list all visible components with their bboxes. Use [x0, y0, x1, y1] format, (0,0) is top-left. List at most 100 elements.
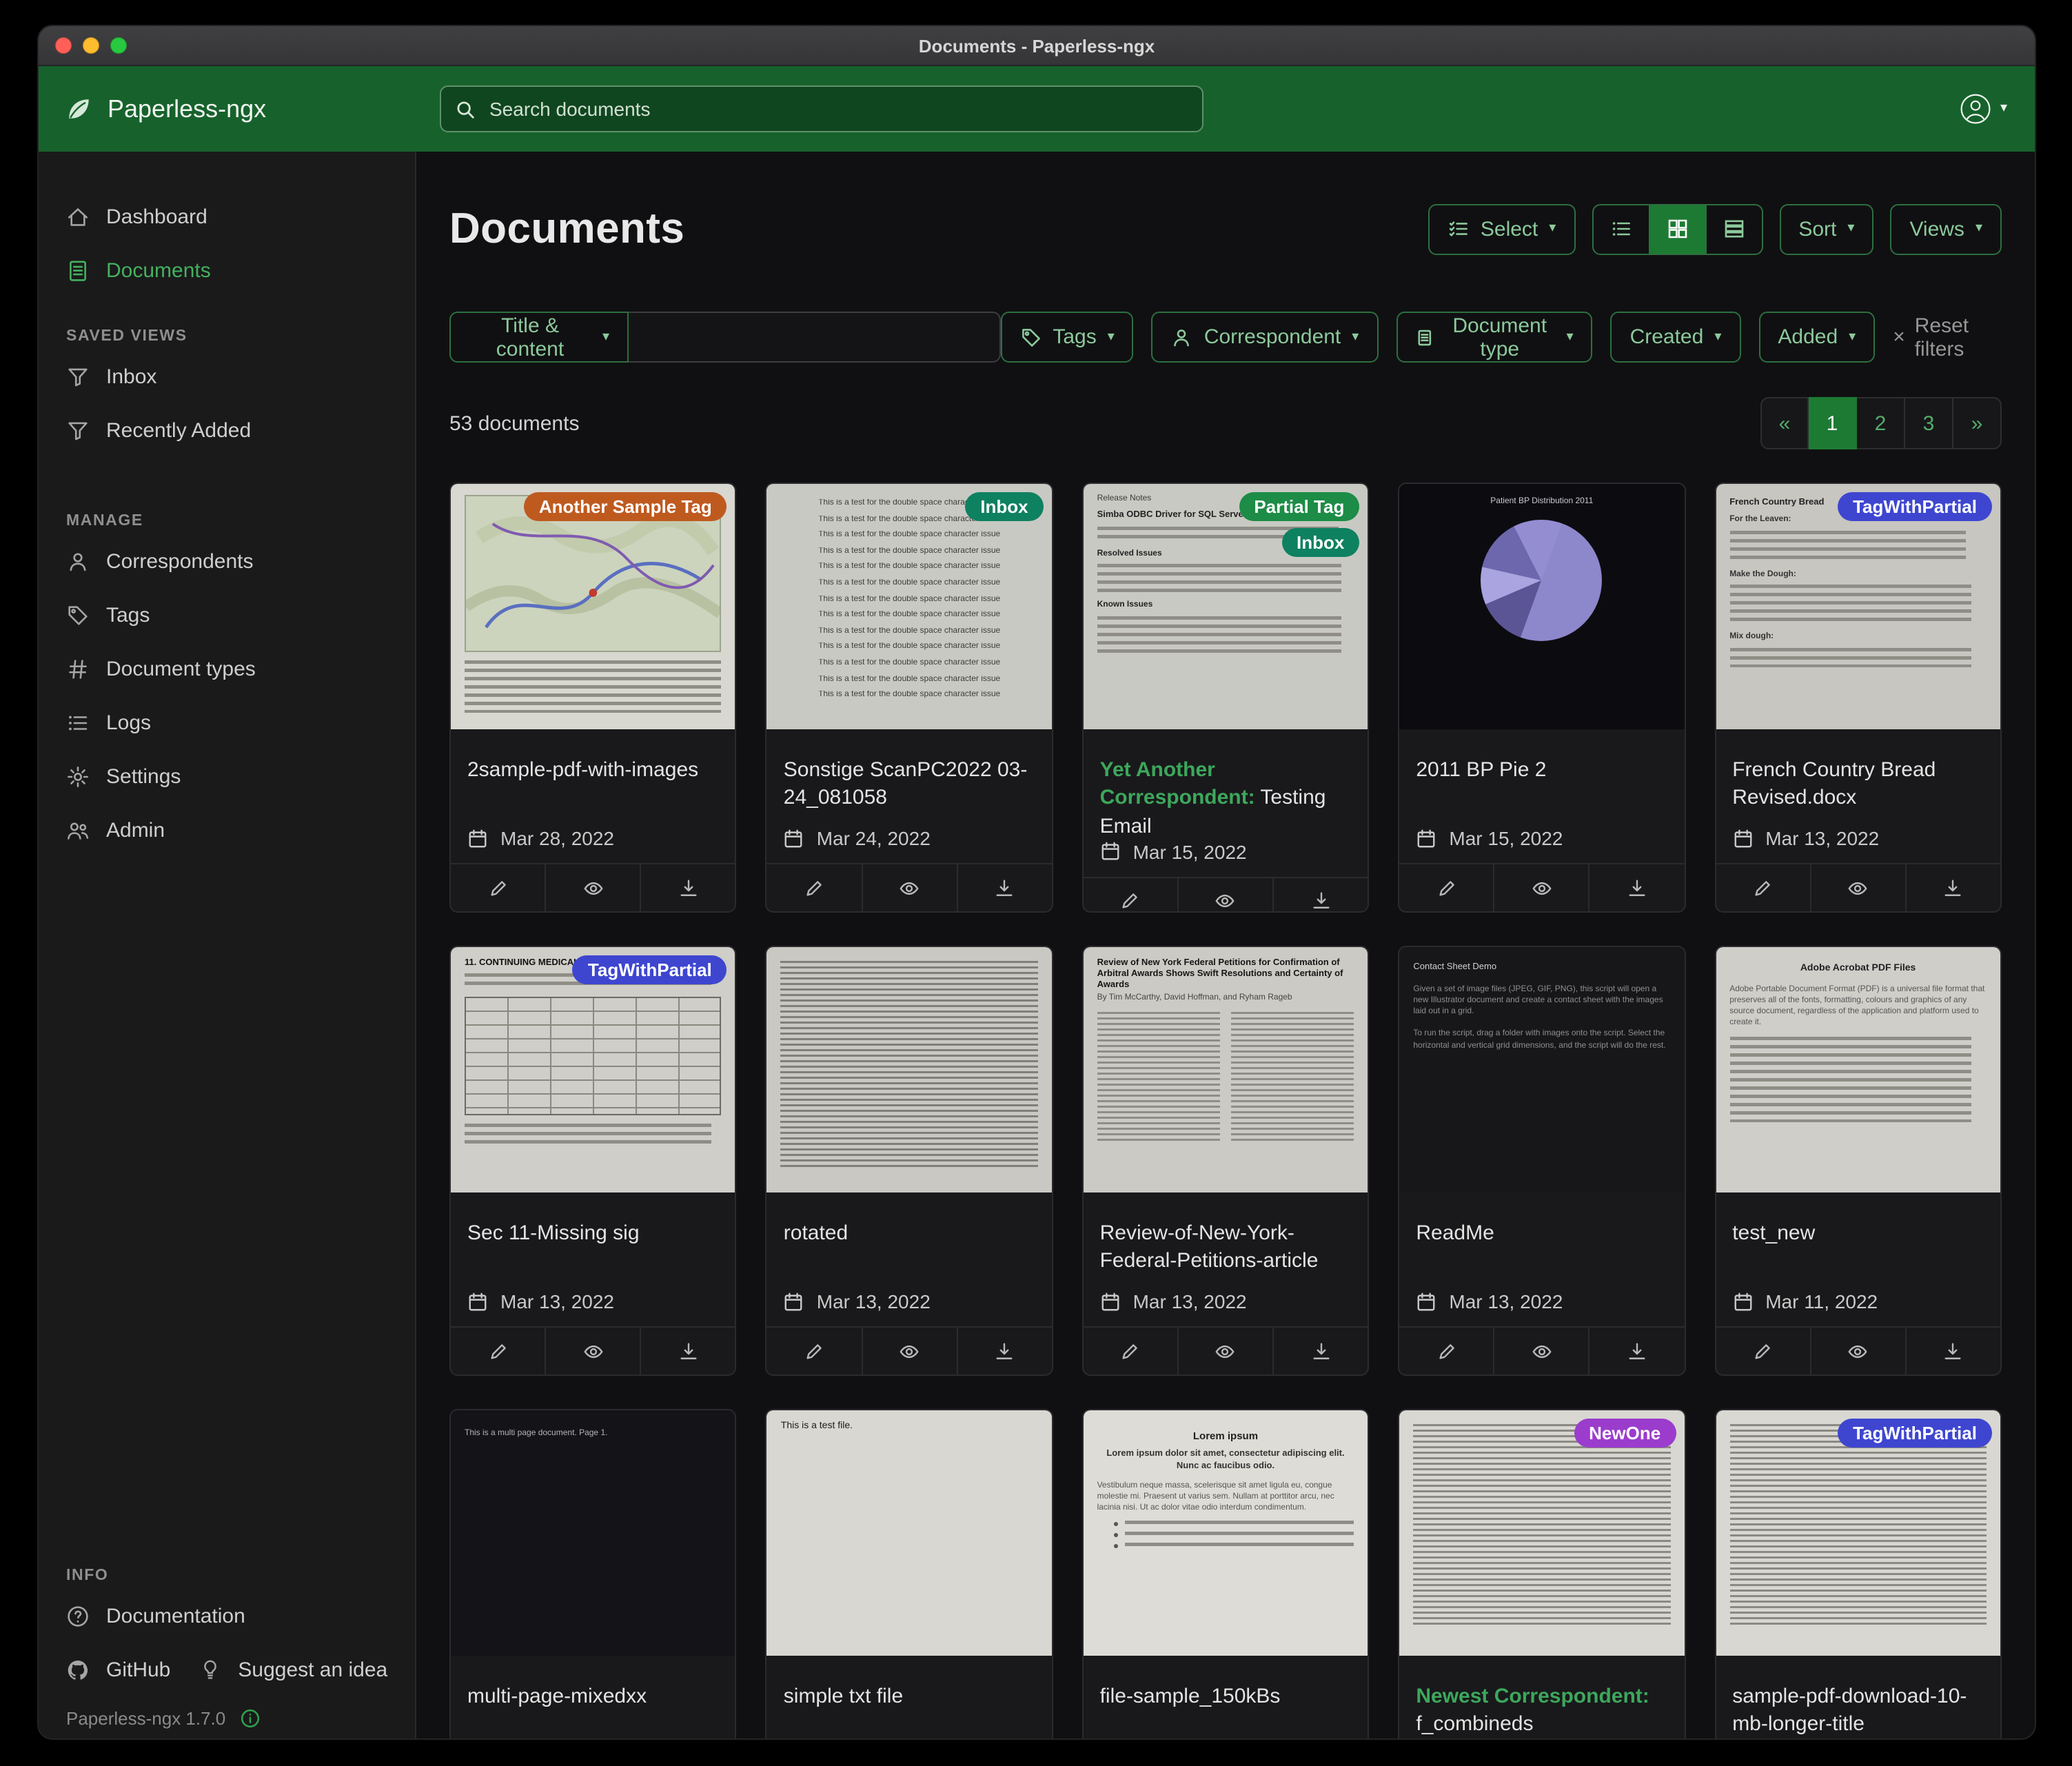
document-thumbnail[interactable]: This is a test file.: [767, 1410, 1052, 1656]
tag-badge[interactable]: Inbox: [1281, 528, 1359, 557]
sidebar-item-documents[interactable]: Documents: [39, 244, 415, 298]
tag-badge[interactable]: TagWithPartial: [1838, 1419, 1992, 1448]
edit-button[interactable]: [767, 864, 861, 911]
document-title[interactable]: 2011 BP Pie 2: [1399, 729, 1684, 785]
download-button[interactable]: [1272, 878, 1368, 913]
document-title[interactable]: Sonstige ScanPC2022 03-24_081058: [767, 729, 1052, 813]
pagination-page-3[interactable]: 3: [1905, 397, 1953, 449]
document-thumbnail[interactable]: Patient BP Distribution 2011: [1399, 484, 1684, 729]
sidebar-item-tags[interactable]: Tags: [39, 589, 415, 642]
detail-view-button[interactable]: [1705, 203, 1763, 254]
pagination-prev[interactable]: «: [1760, 397, 1809, 449]
tag-badge[interactable]: Inbox: [965, 492, 1043, 521]
view-button[interactable]: [1177, 878, 1272, 913]
zoom-button[interactable]: [110, 37, 127, 54]
tag-badge[interactable]: Another Sample Tag: [524, 492, 727, 521]
app-brand[interactable]: Paperless-ngx: [39, 94, 440, 124]
view-button[interactable]: [861, 1328, 956, 1374]
document-thumbnail[interactable]: [767, 947, 1052, 1192]
document-type-filter-button[interactable]: Document type ▾: [1396, 312, 1592, 363]
views-button[interactable]: Views ▾: [1890, 203, 2002, 254]
close-button[interactable]: [55, 37, 72, 54]
search-input[interactable]: [487, 97, 1188, 121]
document-title[interactable]: Review-of-New-York-Federal-Petitions-art…: [1084, 1192, 1368, 1276]
download-button[interactable]: [640, 864, 735, 911]
edit-button[interactable]: [1084, 878, 1177, 913]
list-view-button[interactable]: [1592, 203, 1649, 254]
document-title[interactable]: test_new: [1716, 1192, 2000, 1248]
download-button[interactable]: [1905, 864, 2000, 911]
sidebar-item-correspondents[interactable]: Correspondents: [39, 535, 415, 589]
pagination-next[interactable]: »: [1953, 397, 2002, 449]
tag-badge[interactable]: NewOne: [1574, 1419, 1676, 1448]
sidebar-item-settings[interactable]: Settings: [39, 750, 415, 804]
sidebar-item-logs[interactable]: Logs: [39, 696, 415, 750]
document-title[interactable]: simple txt file: [767, 1656, 1052, 1712]
user-menu[interactable]: ▾: [1959, 92, 2035, 125]
document-title[interactable]: file-sample_150kBs: [1084, 1656, 1368, 1712]
document-thumbnail[interactable]: Contact Sheet DemoGiven a set of image f…: [1399, 947, 1684, 1192]
download-button[interactable]: [1589, 864, 1684, 911]
sidebar-item-documentation[interactable]: Documentation: [39, 1590, 415, 1643]
document-thumbnail[interactable]: This is a multi page document. Page 1.: [451, 1410, 735, 1656]
edit-button[interactable]: [1399, 864, 1493, 911]
reset-filters-button[interactable]: × Reset filters: [1893, 314, 2002, 361]
document-thumbnail[interactable]: Review of New York Federal Petitions for…: [1084, 947, 1368, 1192]
sidebar-item-github[interactable]: GitHub: [39, 1643, 170, 1697]
document-title[interactable]: ReadMe: [1399, 1192, 1684, 1248]
download-button[interactable]: [1272, 1328, 1368, 1374]
document-title[interactable]: Newest Correspondent: f_combineds: [1399, 1656, 1684, 1738]
tag-badge[interactable]: Partial Tag: [1239, 492, 1359, 521]
document-thumbnail[interactable]: Adobe Acrobat PDF FilesAdobe Portable Do…: [1716, 947, 2000, 1192]
pagination-page-1[interactable]: 1: [1809, 397, 1857, 449]
edit-button[interactable]: [451, 1328, 545, 1374]
tag-badge[interactable]: TagWithPartial: [1838, 492, 1992, 521]
document-title[interactable]: rotated: [767, 1192, 1052, 1248]
edit-button[interactable]: [451, 864, 545, 911]
document-correspondent[interactable]: Yet Another Correspondent:: [1100, 758, 1255, 810]
view-button[interactable]: [1494, 864, 1589, 911]
view-button[interactable]: [1809, 1328, 1905, 1374]
info-circle-icon[interactable]: [239, 1708, 260, 1729]
download-button[interactable]: [640, 1328, 735, 1374]
document-title[interactable]: sample-pdf-download-10-mb-longer-title: [1716, 1656, 2000, 1738]
sidebar-item-suggest-idea[interactable]: Suggest an idea: [170, 1643, 387, 1697]
document-title[interactable]: French Country Bread Revised.docx: [1716, 729, 2000, 813]
view-button[interactable]: [861, 864, 956, 911]
sidebar-item-recently-added[interactable]: Recently Added: [39, 404, 415, 458]
sidebar-item-inbox[interactable]: Inbox: [39, 350, 415, 404]
view-button[interactable]: [1494, 1328, 1589, 1374]
download-button[interactable]: [956, 1328, 1051, 1374]
download-button[interactable]: [1905, 1328, 2000, 1374]
download-button[interactable]: [1589, 1328, 1684, 1374]
added-filter-button[interactable]: Added ▾: [1758, 312, 1875, 363]
view-button[interactable]: [1809, 864, 1905, 911]
title-content-dropdown[interactable]: Title & content ▾: [449, 312, 629, 363]
correspondent-filter-button[interactable]: Correspondent ▾: [1152, 312, 1379, 363]
document-title[interactable]: 2sample-pdf-with-images: [451, 729, 735, 785]
download-button[interactable]: [956, 864, 1051, 911]
document-thumbnail[interactable]: Lorem ipsumLorem ipsum dolor sit amet, c…: [1084, 1410, 1368, 1656]
grid-view-button[interactable]: [1648, 203, 1706, 254]
document-correspondent[interactable]: Newest Correspondent:: [1416, 1685, 1649, 1708]
document-title[interactable]: Yet Another Correspondent: Testing Email: [1084, 729, 1368, 841]
edit-button[interactable]: [1716, 864, 1809, 911]
sort-button[interactable]: Sort ▾: [1779, 203, 1873, 254]
view-button[interactable]: [545, 864, 640, 911]
view-button[interactable]: [545, 1328, 640, 1374]
sidebar-item-document-types[interactable]: Document types: [39, 642, 415, 696]
tag-badge[interactable]: TagWithPartial: [573, 955, 727, 984]
document-title[interactable]: multi-page-mixedxx: [451, 1656, 735, 1712]
edit-button[interactable]: [767, 1328, 861, 1374]
created-filter-button[interactable]: Created ▾: [1611, 312, 1741, 363]
pagination-page-2[interactable]: 2: [1857, 397, 1905, 449]
document-title[interactable]: Sec 11-Missing sig: [451, 1192, 735, 1248]
edit-button[interactable]: [1716, 1328, 1809, 1374]
tags-filter-button[interactable]: Tags ▾: [1000, 312, 1133, 363]
sidebar-item-dashboard[interactable]: Dashboard: [39, 190, 415, 244]
minimize-button[interactable]: [83, 37, 99, 54]
filter-query-input[interactable]: [629, 312, 1000, 363]
edit-button[interactable]: [1084, 1328, 1177, 1374]
edit-button[interactable]: [1399, 1328, 1493, 1374]
select-button[interactable]: Select ▾: [1428, 203, 1575, 254]
